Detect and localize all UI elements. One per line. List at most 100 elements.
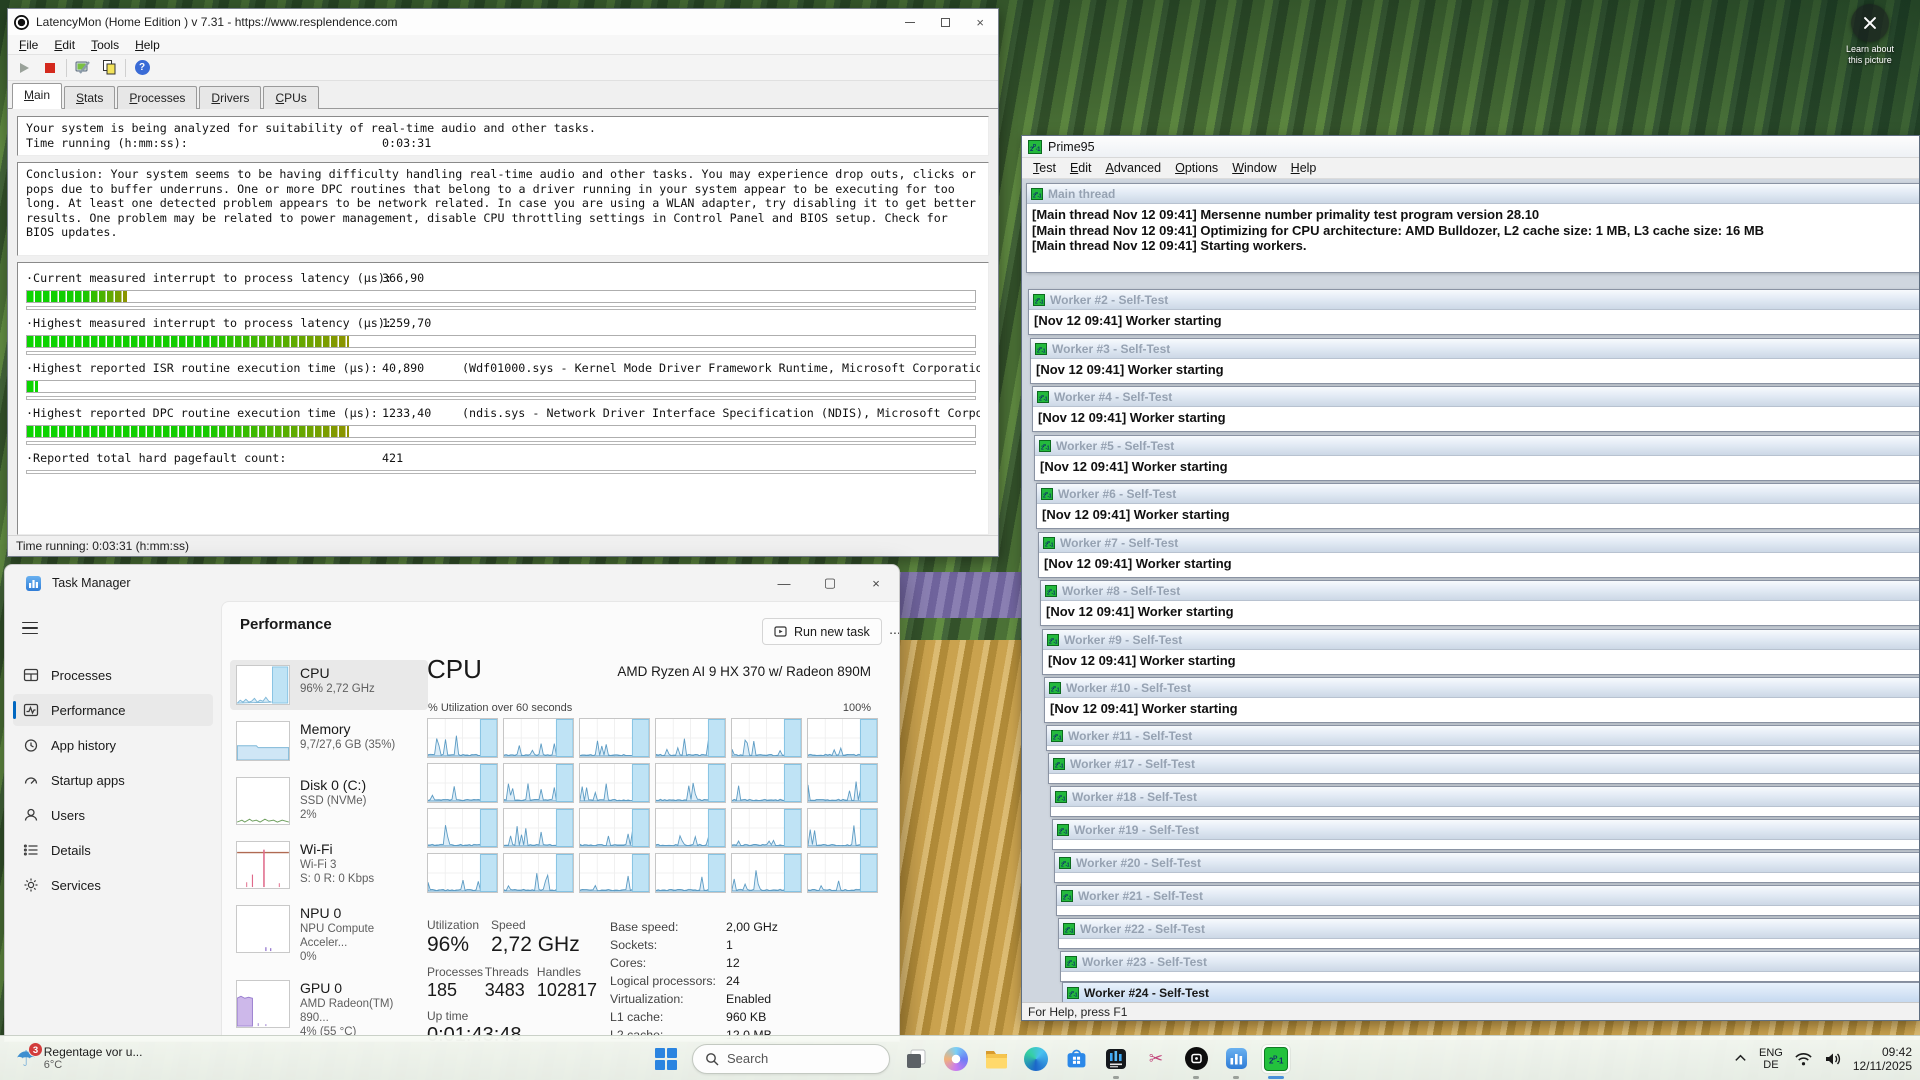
- edge-icon[interactable]: [1022, 1045, 1050, 1073]
- menu-item-edit[interactable]: Edit: [47, 36, 82, 54]
- menu-item-advanced[interactable]: Advanced: [1098, 159, 1168, 177]
- stop-button[interactable]: [40, 58, 60, 78]
- close-icon[interactable]: ×: [976, 16, 984, 29]
- language-indicator[interactable]: ENGDE: [1759, 1047, 1783, 1071]
- worker-window[interactable]: 2P-1Worker #21 - Self-Test: [1056, 885, 1920, 916]
- copilot-icon[interactable]: [942, 1045, 970, 1073]
- sidebar-item-services[interactable]: Services: [13, 869, 213, 901]
- child-titlebar[interactable]: 2P-1Worker #2 - Self-Test: [1029, 290, 1920, 310]
- worker-window-active[interactable]: 2P-1Worker #24 - Self-Test: [1062, 982, 1920, 1003]
- menu-item-options[interactable]: Options: [1168, 159, 1225, 177]
- worker-window[interactable]: 2P-1Worker #19 - Self-Test: [1052, 819, 1920, 850]
- child-titlebar[interactable]: 2P-1Worker #20 - Self-Test: [1055, 853, 1920, 873]
- close-icon[interactable]: ×: [853, 565, 899, 601]
- tab-stats[interactable]: Stats: [64, 86, 115, 109]
- perf-item-npu[interactable]: NPU 0 NPU Compute Acceler... 0%: [230, 900, 428, 969]
- sidebar-item-startup-apps[interactable]: Startup apps: [13, 764, 213, 796]
- task-view-icon[interactable]: [902, 1045, 930, 1073]
- child-titlebar[interactable]: 2P-1Worker #11 - Self-Test: [1047, 726, 1920, 746]
- learn-about-picture-icon[interactable]: [1851, 4, 1889, 42]
- sidebar-item-users[interactable]: Users: [13, 799, 213, 831]
- perf-item-gpu[interactable]: GPU 0 AMD Radeon(TM) 890... 4% (55 °C): [230, 975, 428, 1042]
- file-explorer-icon[interactable]: [982, 1045, 1010, 1073]
- perf-item-cpu[interactable]: CPU 96% 2,72 GHz: [230, 660, 428, 710]
- worker-window[interactable]: 2P-1Worker #2 - Self-Test[Nov 12 09:41] …: [1028, 289, 1920, 335]
- worker-window[interactable]: 2P-1Worker #17 - Self-Test: [1048, 753, 1920, 784]
- menu-item-test[interactable]: Test: [1026, 159, 1063, 177]
- task-manager-titlebar[interactable]: Task Manager — ▢ ×: [5, 565, 899, 601]
- run-new-task-button[interactable]: Run new task: [762, 618, 882, 645]
- sidebar-item-details[interactable]: Details: [13, 834, 213, 866]
- child-titlebar[interactable]: 2P-1Worker #23 - Self-Test: [1061, 952, 1920, 972]
- child-titlebar[interactable]: 2P-1Worker #18 - Self-Test: [1051, 787, 1920, 807]
- report-icon[interactable]: [99, 58, 119, 78]
- tray-chevron-icon[interactable]: [1733, 1051, 1748, 1066]
- perf-item-wifi[interactable]: Wi-Fi Wi-Fi 3 S: 0 R: 0 Kbps: [230, 836, 428, 894]
- hamburger-menu-icon[interactable]: [17, 611, 57, 645]
- minimize-icon[interactable]: —: [761, 565, 807, 601]
- tab-cpus[interactable]: CPUs: [263, 86, 318, 109]
- child-titlebar[interactable]: 2P-1Worker #5 - Self-Test: [1035, 436, 1920, 456]
- volume-icon[interactable]: [1824, 1051, 1842, 1067]
- latencymon-titlebar[interactable]: LatencyMon (Home Edition ) v 7.31 - http…: [8, 9, 998, 35]
- minimize-icon[interactable]: [905, 22, 915, 23]
- circle-app-icon[interactable]: [1182, 1045, 1210, 1073]
- menu-item-help[interactable]: Help: [128, 36, 167, 54]
- menu-item-file[interactable]: File: [12, 36, 45, 54]
- menu-item-help[interactable]: Help: [1284, 159, 1324, 177]
- menu-item-edit[interactable]: Edit: [1063, 159, 1099, 177]
- perf-item-memory[interactable]: Memory 9,7/27,6 GB (35%): [230, 716, 428, 766]
- tab-drivers[interactable]: Drivers: [199, 86, 261, 109]
- store-icon[interactable]: [1062, 1045, 1090, 1073]
- analyze-icon[interactable]: [73, 58, 93, 78]
- prime95-icon[interactable]: 2P-1: [1262, 1045, 1290, 1073]
- child-titlebar[interactable]: 2P-1Worker #19 - Self-Test: [1053, 820, 1920, 840]
- task-manager-icon[interactable]: [1222, 1045, 1250, 1073]
- search-box[interactable]: Search: [692, 1044, 890, 1074]
- worker-window[interactable]: 2P-1Worker #11 - Self-Test: [1046, 725, 1920, 751]
- worker-window[interactable]: 2P-1Main thread[Main thread Nov 12 09:41…: [1026, 183, 1920, 273]
- wifi-icon[interactable]: [1794, 1051, 1813, 1067]
- child-titlebar[interactable]: 2P-1Worker #22 - Self-Test: [1059, 919, 1920, 939]
- maximize-icon[interactable]: ▢: [807, 565, 853, 601]
- worker-window[interactable]: 2P-1Worker #5 - Self-Test[Nov 12 09:41] …: [1034, 435, 1920, 481]
- latencymon-icon[interactable]: [1102, 1045, 1130, 1073]
- child-titlebar[interactable]: 2P-1Main thread: [1027, 184, 1920, 204]
- worker-window[interactable]: 2P-1Worker #3 - Self-Test[Nov 12 09:41] …: [1030, 338, 1920, 384]
- child-titlebar[interactable]: 2P-1Worker #7 - Self-Test: [1039, 533, 1920, 553]
- tab-main[interactable]: Main: [12, 83, 62, 109]
- learn-about-picture-widget[interactable]: Learn aboutthis picture: [1843, 4, 1897, 66]
- worker-window[interactable]: 2P-1Worker #23 - Self-Test: [1060, 951, 1920, 982]
- child-titlebar[interactable]: 2P-1Worker #17 - Self-Test: [1049, 754, 1920, 774]
- sidebar-item-performance[interactable]: Performance: [13, 694, 213, 726]
- child-titlebar[interactable]: 2P-1Worker #8 - Self-Test: [1041, 581, 1920, 601]
- child-titlebar[interactable]: 2P-1Worker #24 - Self-Test: [1063, 983, 1920, 1003]
- worker-window[interactable]: 2P-1Worker #6 - Self-Test[Nov 12 09:41] …: [1036, 483, 1920, 529]
- start-button[interactable]: [652, 1045, 680, 1073]
- child-titlebar[interactable]: 2P-1Worker #9 - Self-Test: [1043, 630, 1920, 650]
- child-titlebar[interactable]: 2P-1Worker #10 - Self-Test: [1045, 678, 1920, 698]
- worker-window[interactable]: 2P-1Worker #7 - Self-Test[Nov 12 09:41] …: [1038, 532, 1920, 578]
- worker-window[interactable]: 2P-1Worker #22 - Self-Test: [1058, 918, 1920, 949]
- help-icon[interactable]: ?: [132, 58, 152, 78]
- weather-widget[interactable]: ☂3 Regentage vor u... 6°C: [10, 1036, 148, 1080]
- child-titlebar[interactable]: 2P-1Worker #3 - Self-Test: [1031, 339, 1920, 359]
- play-button[interactable]: [14, 58, 34, 78]
- worker-window[interactable]: 2P-1Worker #8 - Self-Test[Nov 12 09:41] …: [1040, 580, 1920, 626]
- child-titlebar[interactable]: 2P-1Worker #4 - Self-Test: [1033, 387, 1920, 407]
- menu-item-tools[interactable]: Tools: [84, 36, 126, 54]
- tab-processes[interactable]: Processes: [117, 86, 197, 109]
- clock[interactable]: 09:42 12/11/2025: [1853, 1045, 1912, 1073]
- sidebar-item-app-history[interactable]: App history: [13, 729, 213, 761]
- menu-item-window[interactable]: Window: [1225, 159, 1283, 177]
- worker-window[interactable]: 2P-1Worker #9 - Self-Test[Nov 12 09:41] …: [1042, 629, 1920, 675]
- worker-window[interactable]: 2P-1Worker #20 - Self-Test: [1054, 852, 1920, 883]
- prime95-titlebar[interactable]: 2P-1 Prime95: [1022, 136, 1919, 158]
- maximize-icon[interactable]: [941, 18, 950, 27]
- child-titlebar[interactable]: 2P-1Worker #6 - Self-Test: [1037, 484, 1920, 504]
- worker-window[interactable]: 2P-1Worker #18 - Self-Test: [1050, 786, 1920, 817]
- worker-window[interactable]: 2P-1Worker #10 - Self-Test[Nov 12 09:41]…: [1044, 677, 1920, 723]
- child-titlebar[interactable]: 2P-1Worker #21 - Self-Test: [1057, 886, 1920, 906]
- sidebar-item-processes[interactable]: Processes: [13, 659, 213, 691]
- snipping-tool-icon[interactable]: ✂: [1142, 1045, 1170, 1073]
